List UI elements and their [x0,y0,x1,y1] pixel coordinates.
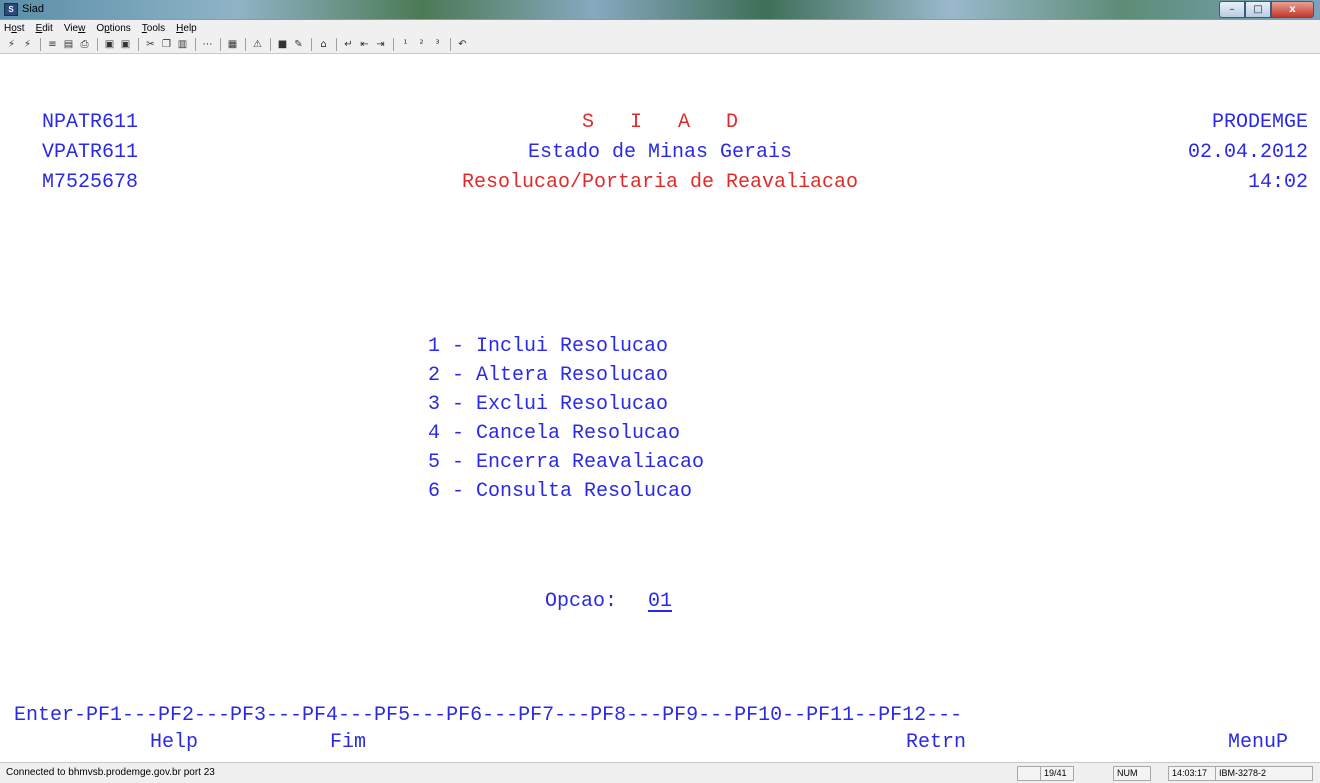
copy-session-icon[interactable]: ▣ [118,38,133,52]
num-lock-indicator: NUM [1113,766,1151,781]
menu-access-key: w [78,22,86,34]
disconnect-icon[interactable]: ⚡ [20,38,35,52]
close-icon: x [1289,4,1296,15]
toolbar-separator [40,38,41,51]
menu-access-key: H [176,22,184,34]
status-clock: 14:03:17 [1168,766,1216,781]
minimize-button[interactable]: – [1219,1,1245,18]
toolbar-separator [393,38,394,51]
alert-icon[interactable]: ⚠ [250,38,265,52]
attn3-icon[interactable]: ³ [430,38,445,52]
toolbar-separator [245,38,246,51]
maximize-button[interactable]: □ [1245,1,1271,18]
connection-status: Connected to bhmvsb.prodemge.gov.br port… [6,767,215,778]
new-session-icon[interactable]: ▣ [102,38,117,52]
toolbar-separator [138,38,139,51]
close-button[interactable]: x [1271,1,1314,18]
keyboard-map-icon[interactable]: ✎ [291,38,306,52]
toolbar-separator [450,38,451,51]
menu-access-key: T [141,22,147,34]
enter-icon[interactable]: ↵ [341,38,356,52]
menu-options[interactable]: Options [96,23,130,34]
field-forward-icon[interactable]: ⇥ [373,38,388,52]
toolbar-separator [97,38,98,51]
print-icon[interactable]: ⎙ [77,38,92,52]
menu-view[interactable]: View [64,23,86,34]
screen-time: 14:02 [1247,171,1308,194]
org-name: PRODEMGE [1211,111,1308,134]
window-title: Siad [22,3,45,15]
pf3-fim[interactable]: Fim [330,728,366,758]
status-bar: Connected to bhmvsb.prodemge.gov.br port… [0,762,1320,783]
copy-icon[interactable]: ❐ [159,38,174,52]
option-cancela: 4 - Cancela Resolucao [428,422,681,445]
option-consulta: 6 - Consulta Resolucao [428,480,693,503]
opcao-label: Opcao: [545,590,618,613]
screen-subtitle: Resolucao/Portaria de Reavaliacao [461,171,859,194]
field-back-icon[interactable]: ⇤ [357,38,372,52]
toolbar-separator [311,38,312,51]
user-id: M7525678 [42,171,139,194]
cursor-position: 19/41 [1040,766,1074,781]
title-bar: S Siad – □ x [0,0,1320,20]
menu-access-key: p [104,22,110,34]
toolbar-separator [195,38,196,51]
opcao-input[interactable]: 01 [648,587,672,617]
minimize-icon: – [1229,4,1235,15]
view-id: VPATR611 [42,141,139,164]
toolbar-separator [336,38,337,51]
home-icon[interactable]: ⌂ [316,38,331,52]
option-exclui: 3 - Exclui Resolucao [428,393,669,416]
state-title: Estado de Minas Gerais [527,141,793,164]
toolbar-separator [220,38,221,51]
terminal-type: IBM-3278-2 [1215,766,1313,781]
maximize-icon: □ [1253,4,1263,15]
option-altera: 2 - Altera Resolucao [428,364,669,387]
menu-edit[interactable]: Edit [36,23,53,34]
connect-icon[interactable]: ⚡ [4,38,19,52]
send-icon[interactable]: ≡ [45,38,60,52]
undo-icon[interactable]: ↶ [455,38,470,52]
menu-access-key: o [11,22,17,34]
pf-keys-line: Enter-PF1---PF2---PF3---PF4---PF5---PF6-… [14,704,963,727]
paste-icon[interactable]: ▥ [175,38,190,52]
menu-access-key: E [35,22,43,34]
dots-icon[interactable]: ⋯ [200,38,215,52]
attn1-icon[interactable]: ¹ [398,38,413,52]
system-title: S I A D [581,111,739,134]
screen-icon[interactable]: ■ [275,38,290,52]
terminal-screen[interactable]: NPATR611 VPATR611 M7525678 S I A D Estad… [0,55,1320,762]
program-id: NPATR611 [42,111,139,134]
pf9-retrn[interactable]: Retrn [906,728,966,758]
screen-date: 02.04.2012 [1187,141,1308,164]
window-controls: – □ x [1219,1,1314,18]
receive-icon[interactable]: ▤ [61,38,76,52]
toolbar: ⚡ ⚡ ≡ ▤ ⎙ ▣ ▣ ✂ ❐ ▥ ⋯ ▦ ⚠ ■ ✎ ⌂ ↵ ⇤ ⇥ ¹ … [0,36,1320,54]
menu-help[interactable]: Help [176,23,197,34]
menu-tools[interactable]: Tools [142,23,165,34]
cut-icon[interactable]: ✂ [143,38,158,52]
pf12-menup[interactable]: MenuP [1228,728,1288,758]
option-inclui: 1 - Inclui Resolucao [428,335,669,358]
attn2-icon[interactable]: ² [414,38,429,52]
macro-icon[interactable]: ▦ [225,38,240,52]
option-encerra: 5 - Encerra Reavaliacao [428,451,705,474]
menu-host[interactable]: Host [4,23,25,34]
pf1-help[interactable]: Help [150,728,198,758]
menu-bar: Host Edit View Options Tools Help [0,20,1320,36]
siad-app-icon: S [4,3,18,16]
toolbar-separator [270,38,271,51]
